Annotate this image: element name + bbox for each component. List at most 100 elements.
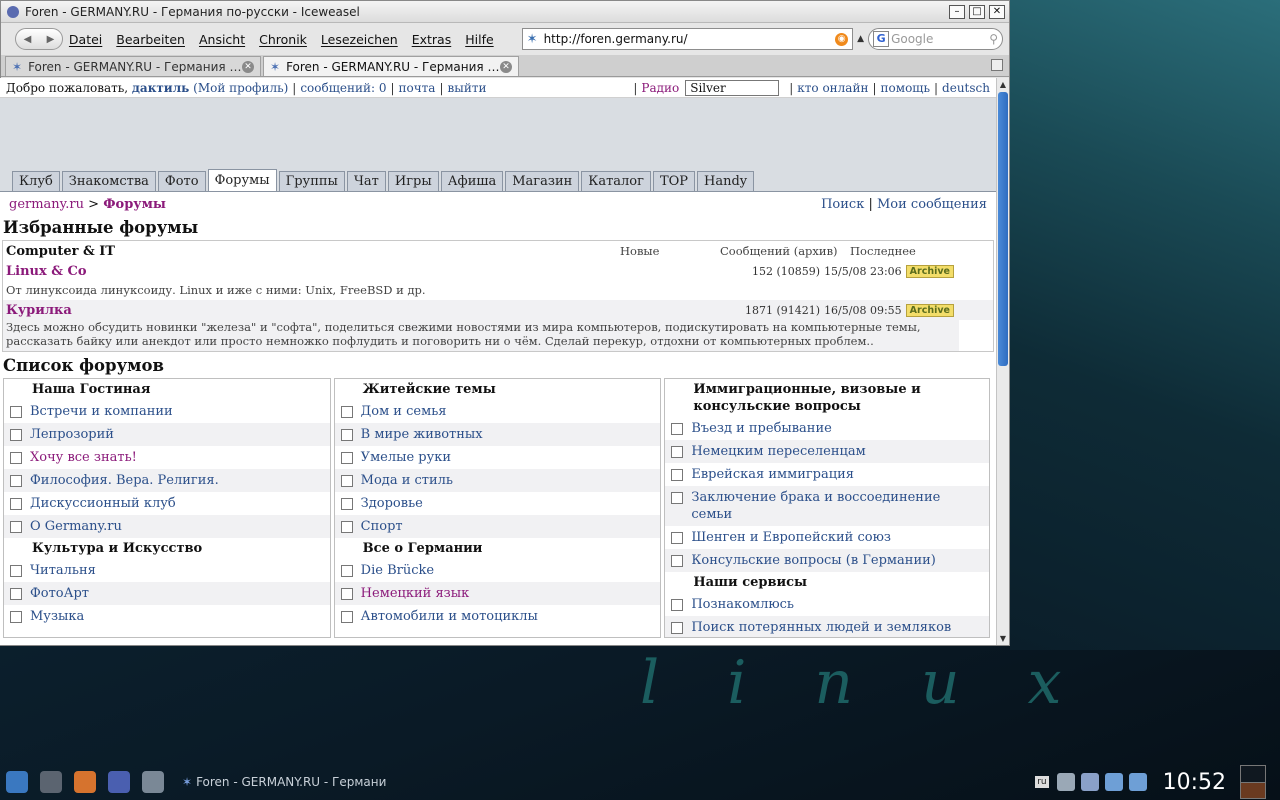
maximize-button[interactable]: □ <box>969 4 985 19</box>
menu-chronik[interactable]: Chronik <box>259 32 307 47</box>
browser-tab-1[interactable]: ✶ Foren - GERMANY.RU - Германия п... ✕ <box>5 56 261 76</box>
breadcrumb-home-link[interactable]: germany.ru <box>9 197 84 212</box>
checkbox[interactable] <box>340 452 353 464</box>
nav-tab-catalog[interactable]: Каталог <box>581 171 651 191</box>
messages-link[interactable]: сообщений: 0 <box>300 81 386 95</box>
skin-select[interactable]: Silver <box>685 79 780 96</box>
my-posts-link[interactable]: Мои сообщения <box>877 197 987 212</box>
checkbox[interactable] <box>671 423 684 435</box>
system-tool-icon[interactable] <box>142 771 164 793</box>
tab-label[interactable]: Foren - GERMANY.RU - Германия п... <box>28 60 242 74</box>
list-item[interactable]: Поиск потерянных людей и земляков <box>665 616 990 637</box>
help-link[interactable]: помощь <box>881 81 930 95</box>
checkbox[interactable] <box>671 555 684 567</box>
nav-tab-groups[interactable]: Группы <box>278 171 345 191</box>
desktop-2[interactable] <box>1241 782 1265 798</box>
back-arrow-icon[interactable]: ◀ <box>24 34 32 45</box>
url-dropdown-icon[interactable]: ▲ <box>857 34 864 44</box>
forum-link[interactable]: Дискуссионный клуб <box>30 495 176 512</box>
list-item[interactable]: Философия. Вера. Религия. <box>4 469 330 492</box>
url-text[interactable]: http://foren.germany.ru/ <box>544 32 836 46</box>
list-item[interactable]: Встречи и компании <box>4 400 330 423</box>
list-item[interactable]: Хочу все знать! <box>4 446 330 469</box>
logout-link[interactable]: выйти <box>448 81 487 95</box>
search-placeholder[interactable]: Google <box>891 32 989 46</box>
browser-tab-2[interactable]: ✶ Foren - GERMANY.RU - Германия п... ✕ <box>263 56 519 76</box>
list-item[interactable]: Немецким переселенцам <box>665 440 990 463</box>
nav-tab-top[interactable]: TOP <box>652 171 696 191</box>
username-link[interactable]: дактиль <box>132 81 189 95</box>
list-item[interactable]: Еврейская иммиграция <box>665 463 989 486</box>
checkbox[interactable] <box>10 611 22 623</box>
checkbox[interactable] <box>340 406 353 418</box>
forum-link[interactable]: В мире животных <box>361 426 483 443</box>
browser-launcher-icon[interactable] <box>108 771 130 793</box>
checkbox[interactable] <box>10 475 22 487</box>
back-forward-buttons[interactable]: ◀ ▶ <box>15 28 63 50</box>
desktop-1[interactable] <box>1241 766 1265 783</box>
home-folder-icon[interactable] <box>74 771 96 793</box>
close-tab-icon[interactable]: ✕ <box>242 60 254 73</box>
checkbox[interactable] <box>10 565 22 577</box>
forum-link[interactable]: Читальня <box>30 562 96 579</box>
forum-link[interactable]: Лепрозорий <box>30 426 114 443</box>
url-bar[interactable]: ✶ http://foren.germany.ru/ ◉ <box>521 28 854 50</box>
checkbox[interactable] <box>10 521 22 533</box>
list-item[interactable]: Музыка <box>4 605 330 628</box>
nav-tab-chat[interactable]: Чат <box>346 171 386 191</box>
rss-feed-icon[interactable]: ◉ <box>835 32 849 46</box>
profile-link[interactable]: (Мой профиль) <box>193 81 288 95</box>
archive-badge[interactable]: Archive <box>905 303 954 317</box>
list-item[interactable]: Заключение брака и воссоединение семьи <box>665 486 990 526</box>
menu-ansicht[interactable]: Ansicht <box>199 32 245 47</box>
forum-link[interactable]: Музыка <box>30 608 84 625</box>
list-item[interactable]: ФотоАрт <box>4 582 330 605</box>
menu-bearbeiten[interactable]: Bearbeiten <box>116 32 185 47</box>
checkbox[interactable] <box>340 565 353 577</box>
notification-icon[interactable] <box>1080 773 1099 791</box>
page-scrollbar[interactable]: ▲ ▼ <box>996 78 1009 645</box>
list-item[interactable]: Мода и стиль <box>334 469 661 492</box>
close-tab-icon[interactable]: ✕ <box>500 60 512 73</box>
tab-list-icon[interactable] <box>991 59 1003 71</box>
list-item[interactable]: Спорт <box>334 515 661 538</box>
task-label[interactable]: Foren - GERMANY.RU - Германи <box>196 775 386 789</box>
list-item[interactable]: Дискуссионный клуб <box>4 492 330 515</box>
forum-link[interactable]: Здоровье <box>361 495 423 512</box>
forum-link[interactable]: Философия. Вера. Религия. <box>30 472 219 489</box>
radio-link[interactable]: Радио <box>641 81 679 95</box>
forum-link[interactable]: Хочу все знать! <box>30 449 137 466</box>
forum-link[interactable]: ФотоАрт <box>30 585 89 602</box>
online-link[interactable]: кто онлайн <box>797 81 868 95</box>
kde-menu-icon[interactable] <box>6 771 28 793</box>
forum-link[interactable]: Дом и семья <box>361 403 447 420</box>
forum-link[interactable]: Заключение брака и воссоединение семьи <box>691 489 983 523</box>
menu-extras[interactable]: Extras <box>412 32 452 47</box>
nav-tab-games[interactable]: Игры <box>387 171 439 191</box>
nav-tab-shop[interactable]: Магазин <box>505 171 580 191</box>
list-item[interactable]: В мире животных <box>334 423 661 446</box>
list-item[interactable]: Дом и семья <box>335 400 661 423</box>
list-item[interactable]: О Germany.ru <box>4 515 330 538</box>
list-item[interactable]: Die Brücke <box>335 559 661 582</box>
forum-link[interactable]: Немецким переселенцам <box>691 443 865 460</box>
forum-link[interactable]: Еврейская иммиграция <box>691 466 854 483</box>
forum-link[interactable]: Автомобили и мотоциклы <box>361 608 538 625</box>
checkbox[interactable] <box>10 406 22 418</box>
forum-link[interactable]: Мода и стиль <box>361 472 453 489</box>
terminal-icon[interactable] <box>40 771 62 793</box>
scroll-down-icon[interactable]: ▼ <box>997 632 1009 645</box>
nav-tab-club[interactable]: Клуб <box>12 171 60 191</box>
checkbox[interactable] <box>10 452 22 464</box>
menu-lesezeichen[interactable]: Lesezeichen <box>321 32 398 47</box>
nav-tab-forums[interactable]: Форумы <box>207 169 277 191</box>
nav-tab-handy[interactable]: Handy <box>697 171 755 191</box>
nav-tab-photo[interactable]: Фото <box>157 171 206 191</box>
search-link[interactable]: Поиск <box>821 197 864 212</box>
forum-link[interactable]: Поиск потерянных людей и земляков <box>691 619 951 636</box>
forum-link-kurilka[interactable]: Курилка <box>6 303 745 318</box>
forum-link[interactable]: Консульские вопросы (в Германии) <box>691 552 936 569</box>
nav-tab-events[interactable]: Афиша <box>440 171 504 191</box>
checkbox[interactable] <box>340 475 353 487</box>
network-icon[interactable] <box>1104 773 1123 791</box>
